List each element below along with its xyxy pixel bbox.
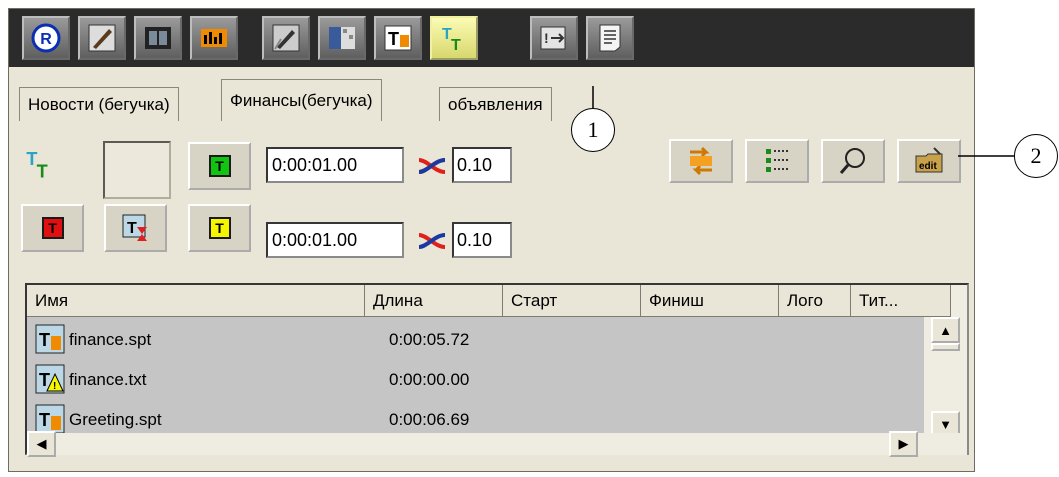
- tab-ads[interactable]: объявления: [439, 87, 552, 121]
- time-input-1[interactable]: 0:00:01.00: [266, 147, 404, 183]
- refresh-button[interactable]: [669, 139, 733, 183]
- edit-folder-icon: edit: [915, 147, 943, 173]
- mix-input-1[interactable]: 0.10: [452, 147, 512, 183]
- playlist-table: Имя Длина Старт Финиш Лого Тит... T fina…: [25, 283, 969, 457]
- edit-pen-icon: [272, 24, 300, 52]
- scroll-left-arrow-icon: ◀: [36, 436, 47, 451]
- column-header-finish[interactable]: Финиш: [641, 285, 779, 317]
- text-file-icon: T: [35, 324, 65, 354]
- window: R T TT ! Новости (бегучка) Финансы(бегуч…: [8, 8, 975, 472]
- green-t-icon: T: [208, 155, 231, 177]
- edit-brush-icon: [88, 24, 116, 52]
- table-rows: T finance.spt 0:00:05.72 T! finance.txt …: [27, 317, 924, 441]
- svg-text:T: T: [451, 37, 461, 53]
- shuffle-icon-2: [418, 233, 446, 249]
- text-file-icon: T: [35, 404, 65, 434]
- text-timer-button[interactable]: T: [104, 204, 167, 252]
- text-warning-icon: T!: [35, 364, 65, 394]
- row-length: 0:00:05.72: [389, 330, 470, 349]
- toolbar: R T TT !: [9, 9, 974, 67]
- vertical-scrollbar[interactable]: ▲ ▼: [924, 317, 967, 441]
- svg-text:!: !: [544, 30, 549, 46]
- yellow-t-icon: T: [208, 217, 231, 239]
- table-row[interactable]: T Greeting.spt 0:00:06.69: [27, 401, 924, 435]
- horizontal-scrollbar[interactable]: ◀ ▶: [27, 431, 967, 457]
- row-name: finance.spt: [69, 330, 152, 349]
- scroll-up-arrow-icon: ▲: [939, 322, 952, 338]
- svg-text:edit: edit: [919, 161, 937, 172]
- search-icon: [839, 148, 865, 174]
- column-header-start[interactable]: Старт: [503, 285, 641, 317]
- callout-1: 1: [571, 108, 615, 152]
- tab-news-label: Новости (бегучка): [28, 94, 170, 114]
- text-crawl-button[interactable]: TT: [430, 16, 478, 60]
- edit-folder-button[interactable]: edit: [897, 139, 961, 183]
- mix-input-2[interactable]: 0.10: [452, 222, 512, 258]
- column-header-name[interactable]: Имя: [27, 285, 365, 317]
- row-name: finance.txt: [69, 370, 147, 389]
- scroll-down-arrow-icon: ▼: [939, 416, 952, 432]
- film-grid-button[interactable]: [318, 16, 366, 60]
- edit-brush-button[interactable]: [78, 16, 126, 60]
- table-row[interactable]: T! finance.txt 0:00:00.00: [27, 361, 924, 395]
- list-button[interactable]: [745, 139, 809, 183]
- document-button[interactable]: [586, 16, 634, 60]
- svg-text:T: T: [39, 410, 50, 430]
- text-green-button[interactable]: T: [188, 142, 251, 190]
- tab-news[interactable]: Новости (бегучка): [19, 87, 179, 121]
- film-button[interactable]: [134, 16, 182, 60]
- scroll-right-button[interactable]: ▶: [889, 431, 918, 457]
- scroll-left-button[interactable]: ◀: [27, 431, 56, 457]
- column-header-title[interactable]: Тит...: [851, 285, 951, 317]
- search-button[interactable]: [821, 139, 885, 183]
- red-t-icon: T: [41, 217, 64, 239]
- export-icon: !: [540, 26, 566, 50]
- tab-ads-label: объявления: [448, 94, 543, 114]
- table-row[interactable]: T finance.spt 0:00:05.72: [27, 321, 924, 355]
- scroll-up-button[interactable]: ▲: [931, 317, 960, 343]
- svg-text:T: T: [39, 330, 50, 350]
- tab-finance[interactable]: Финансы(бегучка): [221, 79, 382, 121]
- color-preview[interactable]: [103, 141, 171, 199]
- row-length: 0:00:06.69: [389, 410, 470, 429]
- registered-icon: R: [31, 23, 61, 53]
- svg-text:T: T: [37, 162, 48, 181]
- svg-text:!: !: [53, 381, 56, 392]
- text-crawl-icon: TT: [442, 26, 461, 53]
- registered-button[interactable]: R: [22, 16, 70, 60]
- time-input-2[interactable]: 0:00:01.00: [266, 222, 404, 258]
- text-file-icon: T: [384, 25, 412, 51]
- svg-text:T: T: [127, 220, 137, 237]
- document-icon: [599, 24, 621, 52]
- scroll-right-arrow-icon: ▶: [898, 436, 909, 451]
- row-name: Greeting.spt: [69, 410, 162, 429]
- edit-pen-button[interactable]: [262, 16, 310, 60]
- equalizer-icon: [201, 29, 227, 47]
- svg-text:T: T: [388, 29, 399, 49]
- film-icon: [145, 27, 171, 49]
- text-crawl-mode-icon: TT: [26, 149, 48, 181]
- text-file-button[interactable]: T: [374, 16, 422, 60]
- callout-2: 2: [1014, 134, 1058, 178]
- equalizer-button[interactable]: [190, 16, 238, 60]
- tab-strip: Новости (бегучка) Финансы(бегучка) объяв…: [9, 77, 974, 121]
- svg-text:R: R: [40, 31, 52, 48]
- text-yellow-button[interactable]: T: [188, 204, 251, 252]
- tab-finance-label: Финансы(бегучка): [230, 90, 373, 110]
- row-length: 0:00:00.00: [389, 370, 470, 389]
- refresh-arrows-icon: [690, 146, 712, 176]
- shuffle-icon: [418, 158, 446, 174]
- export-button[interactable]: !: [530, 16, 578, 60]
- list-icon: [766, 149, 788, 172]
- column-header-length[interactable]: Длина: [365, 285, 503, 317]
- text-red-button[interactable]: T: [21, 204, 84, 252]
- text-hourglass-icon: T: [122, 214, 147, 241]
- scroll-thumb[interactable]: [931, 343, 960, 351]
- film-grid-icon: [329, 27, 355, 49]
- column-header-logo[interactable]: Лого: [779, 285, 851, 317]
